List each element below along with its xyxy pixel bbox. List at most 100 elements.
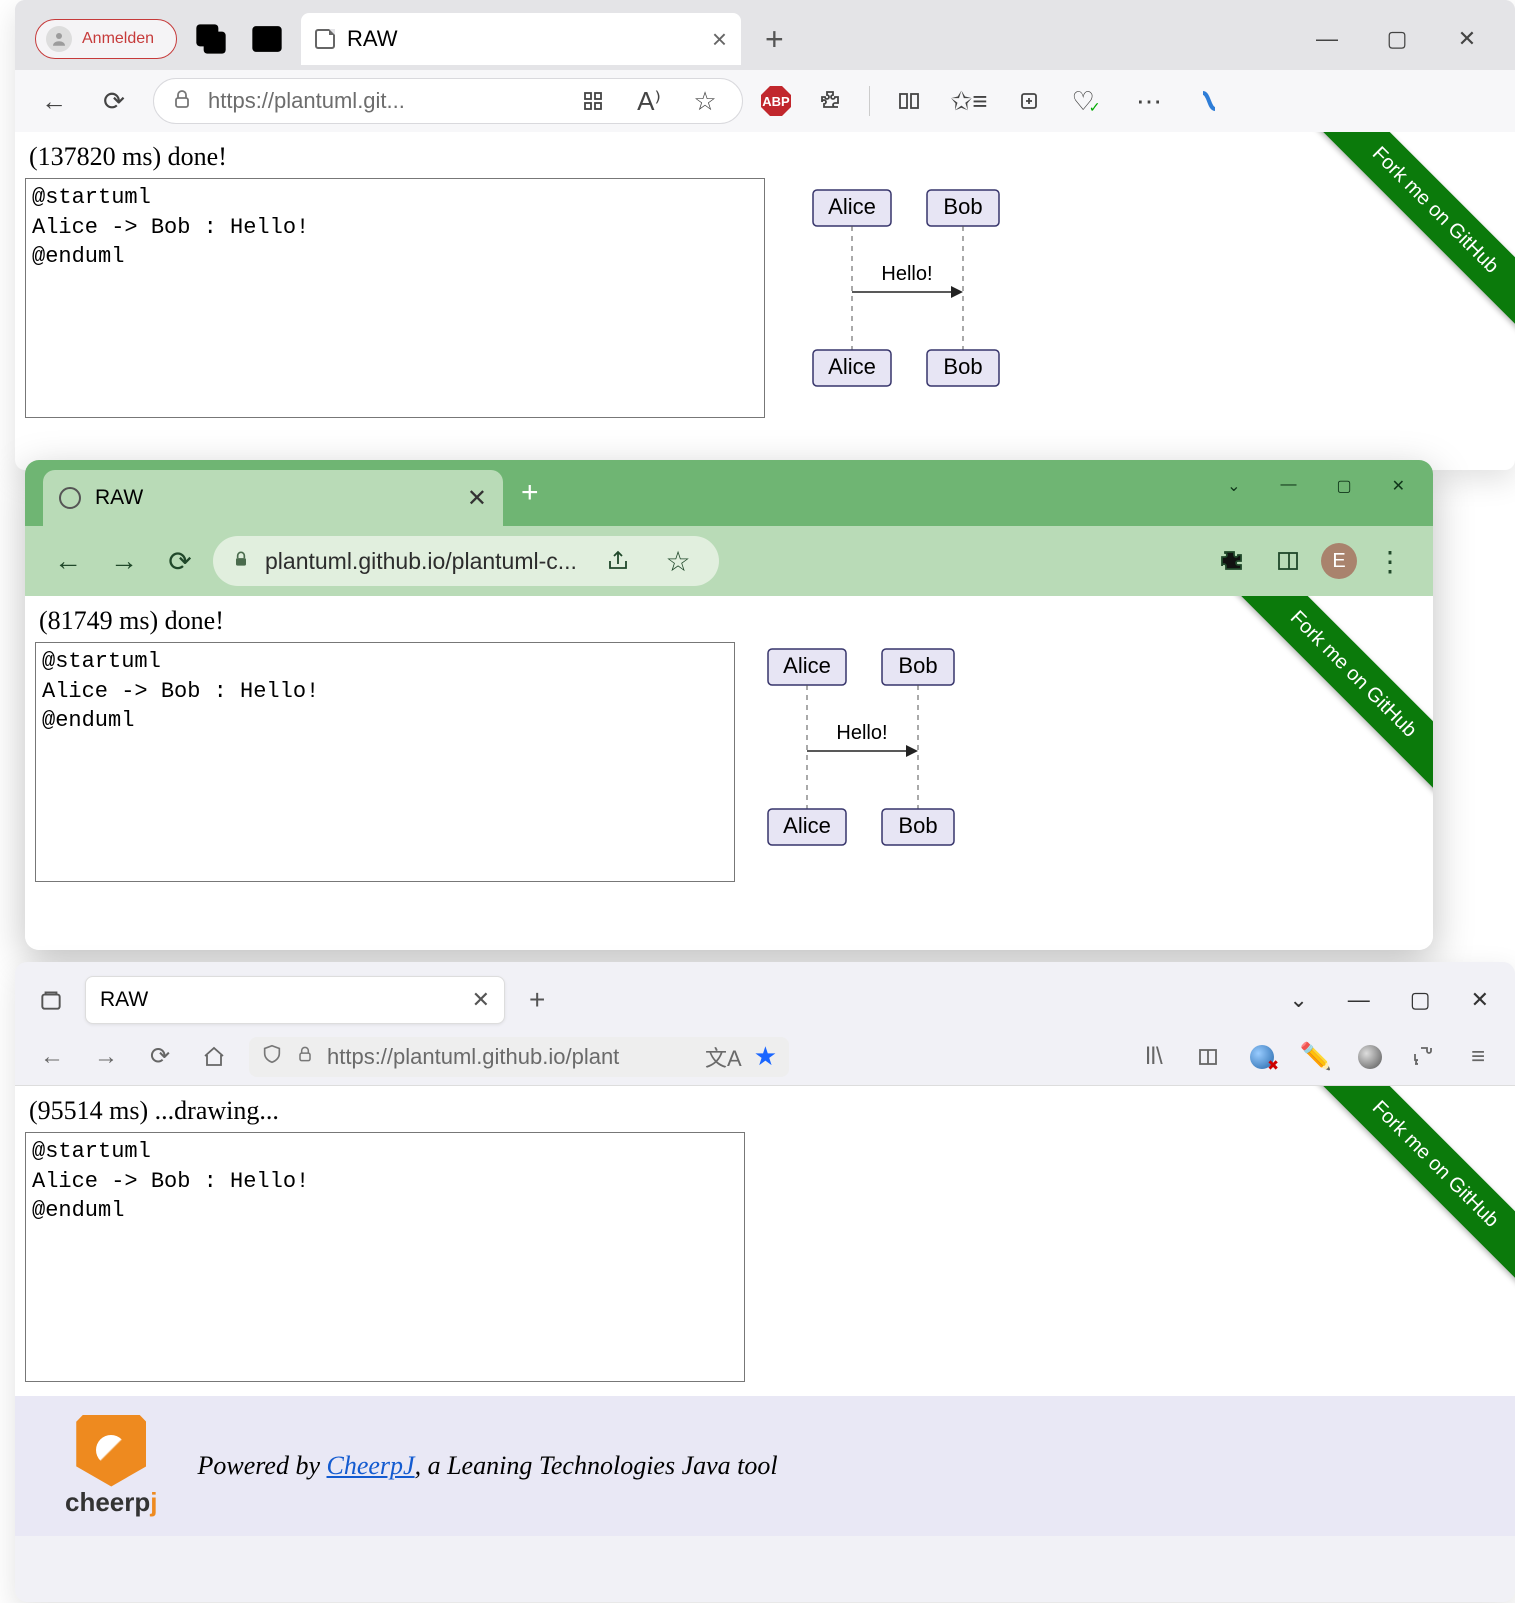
cheerpj-footer: cheerpj Powered by CheerpJ, a Leaning Te… xyxy=(15,1396,1515,1536)
sidepanel-icon[interactable] xyxy=(1265,538,1311,584)
shield-icon[interactable] xyxy=(261,1043,283,1071)
back-button[interactable]: ← xyxy=(33,80,75,122)
adblock-icon[interactable]: ABP xyxy=(761,86,791,116)
address-bar[interactable]: https://plantuml.github.io/plant 文A ★ xyxy=(249,1037,789,1077)
cheerpj-link[interactable]: CheerpJ xyxy=(327,1451,415,1480)
close-tab-icon[interactable]: ✕ xyxy=(467,484,487,513)
addon-2-icon[interactable]: ✏️ xyxy=(1297,1038,1335,1076)
new-tab-button[interactable]: + xyxy=(753,15,796,64)
recent-tabs-icon[interactable] xyxy=(31,980,71,1020)
tab-actions-icon[interactable] xyxy=(245,17,289,61)
read-aloud-icon[interactable]: A⁾ xyxy=(628,80,670,122)
profile-avatar[interactable]: E xyxy=(1321,543,1357,579)
refresh-button[interactable]: ⟳ xyxy=(141,1038,179,1076)
back-button[interactable]: ← xyxy=(33,1038,71,1076)
collections-icon[interactable] xyxy=(1008,80,1050,122)
edge-tabstrip: Anmelden RAW × + ― ▢ ✕ xyxy=(15,0,1515,70)
health-icon[interactable]: ♡✓ xyxy=(1068,80,1110,122)
lock-icon xyxy=(231,548,251,575)
fork-ribbon[interactable]: Fork me on GitHub xyxy=(1285,132,1515,362)
firefox-tabstrip: RAW ✕ + ⌄ ― ▢ ✕ xyxy=(15,962,1515,1028)
close-tab-icon[interactable]: ✕ xyxy=(472,987,490,1013)
login-label: Anmelden xyxy=(82,30,154,48)
extensions-icon[interactable] xyxy=(1209,538,1255,584)
split-screen-icon[interactable] xyxy=(888,80,930,122)
close-window-button[interactable]: ✕ xyxy=(1392,476,1405,496)
url-text: https://plantuml.git... xyxy=(208,88,405,114)
svg-text:Alice: Alice xyxy=(783,653,831,678)
favorites-icon[interactable]: ✩≡ xyxy=(948,80,990,122)
workspaces-icon[interactable] xyxy=(189,17,233,61)
more-icon[interactable]: ⋯ xyxy=(1128,80,1170,122)
favorite-icon[interactable]: ☆ xyxy=(655,538,701,584)
svg-text:Hello!: Hello! xyxy=(836,722,887,744)
copilot-icon[interactable] xyxy=(1188,80,1230,122)
login-button[interactable]: Anmelden xyxy=(35,19,177,59)
share-icon[interactable] xyxy=(595,538,641,584)
actor-bob: Bob xyxy=(943,194,982,219)
close-window-button[interactable]: ✕ xyxy=(1447,26,1487,52)
url-text: plantuml.github.io/plantuml-c... xyxy=(265,548,577,575)
reader-icon[interactable] xyxy=(1189,1038,1227,1076)
chrome-tabstrip: RAW ✕ + ⌄ ― ▢ ✕ xyxy=(25,460,1433,526)
url-text: https://plantuml.github.io/plant xyxy=(327,1044,619,1070)
source-textarea[interactable]: @startuml Alice -> Bob : Hello! @enduml xyxy=(25,178,765,418)
maximize-button[interactable]: ▢ xyxy=(1410,987,1431,1013)
home-button[interactable] xyxy=(195,1038,233,1076)
page-content: (81749 ms) done! @startuml Alice -> Bob … xyxy=(25,596,1433,950)
tab-title: RAW xyxy=(100,988,148,1012)
address-bar[interactable]: https://plantuml.git... A⁾ ☆ xyxy=(153,78,743,124)
new-tab-button[interactable]: + xyxy=(503,464,557,522)
minimize-button[interactable]: ― xyxy=(1348,987,1370,1013)
addon-1-icon[interactable]: ✖ xyxy=(1243,1038,1281,1076)
list-tabs-icon[interactable]: ⌄ xyxy=(1289,987,1307,1013)
forward-button[interactable]: → xyxy=(87,1038,125,1076)
fork-ribbon[interactable]: Fork me on GitHub xyxy=(1285,1086,1515,1316)
message-label: Hello! xyxy=(881,263,932,285)
favorite-icon[interactable]: ☆ xyxy=(684,80,726,122)
address-bar[interactable]: plantuml.github.io/plantuml-c... ☆ xyxy=(213,536,719,586)
browser-tab[interactable]: RAW × xyxy=(301,13,741,65)
maximize-button[interactable]: ▢ xyxy=(1336,476,1351,496)
fork-ribbon[interactable]: Fork me on GitHub xyxy=(1203,596,1433,826)
more-icon[interactable]: ⋮ xyxy=(1367,538,1413,584)
sequence-diagram: Alice Bob Hello! Alice Bob xyxy=(805,182,1015,402)
minimize-button[interactable]: ― xyxy=(1280,476,1296,496)
close-window-button[interactable]: ✕ xyxy=(1471,987,1489,1013)
refresh-button[interactable]: ⟳ xyxy=(157,538,203,584)
source-textarea[interactable]: @startuml Alice -> Bob : Hello! @enduml xyxy=(25,1132,745,1382)
svg-text:Alice: Alice xyxy=(828,354,876,379)
extensions-icon[interactable] xyxy=(1405,1038,1443,1076)
person-icon xyxy=(46,26,72,52)
svg-text:Bob: Bob xyxy=(898,653,937,678)
minimize-button[interactable]: ― xyxy=(1307,26,1347,52)
new-tab-button[interactable]: + xyxy=(519,978,555,1022)
footer-credit: Powered by CheerpJ, a Leaning Technologi… xyxy=(198,1451,778,1481)
tab-title: RAW xyxy=(95,486,143,510)
library-icon[interactable]: ll\ xyxy=(1135,1038,1173,1076)
close-tab-icon[interactable]: × xyxy=(712,24,727,55)
page-content: (95514 ms) ...drawing... @startuml Alice… xyxy=(15,1086,1515,1396)
source-textarea[interactable]: @startuml Alice -> Bob : Hello! @enduml xyxy=(35,642,735,882)
svg-text:Bob: Bob xyxy=(943,354,982,379)
tab-search-icon[interactable]: ⌄ xyxy=(1227,476,1240,496)
extensions-icon[interactable] xyxy=(809,80,851,122)
chrome-toolbar: ← → ⟳ plantuml.github.io/plantuml-c... ☆… xyxy=(25,526,1433,596)
bookmark-icon[interactable]: ★ xyxy=(754,1041,777,1072)
maximize-button[interactable]: ▢ xyxy=(1377,26,1417,52)
translate-icon[interactable]: 文A xyxy=(705,1041,742,1073)
cheerpj-shield-icon xyxy=(76,1415,146,1487)
app-view-icon[interactable] xyxy=(572,80,614,122)
refresh-button[interactable]: ⟳ xyxy=(93,80,135,122)
edge-toolbar: ← ⟳ https://plantuml.git... A⁾ ☆ ABP ✩≡ … xyxy=(15,70,1515,132)
window-controls: ⌄ ― ▢ ✕ xyxy=(1289,987,1499,1013)
svg-text:Alice: Alice xyxy=(783,813,831,838)
browser-tab[interactable]: RAW ✕ xyxy=(43,470,503,526)
actor-alice: Alice xyxy=(828,194,876,219)
menu-icon[interactable]: ≡ xyxy=(1459,1038,1497,1076)
browser-tab[interactable]: RAW ✕ xyxy=(85,976,505,1024)
back-button[interactable]: ← xyxy=(45,538,91,584)
addon-3-icon[interactable] xyxy=(1351,1038,1389,1076)
forward-button[interactable]: → xyxy=(101,538,147,584)
sequence-diagram: Alice Bob Hello! Alice Bob xyxy=(760,641,970,861)
